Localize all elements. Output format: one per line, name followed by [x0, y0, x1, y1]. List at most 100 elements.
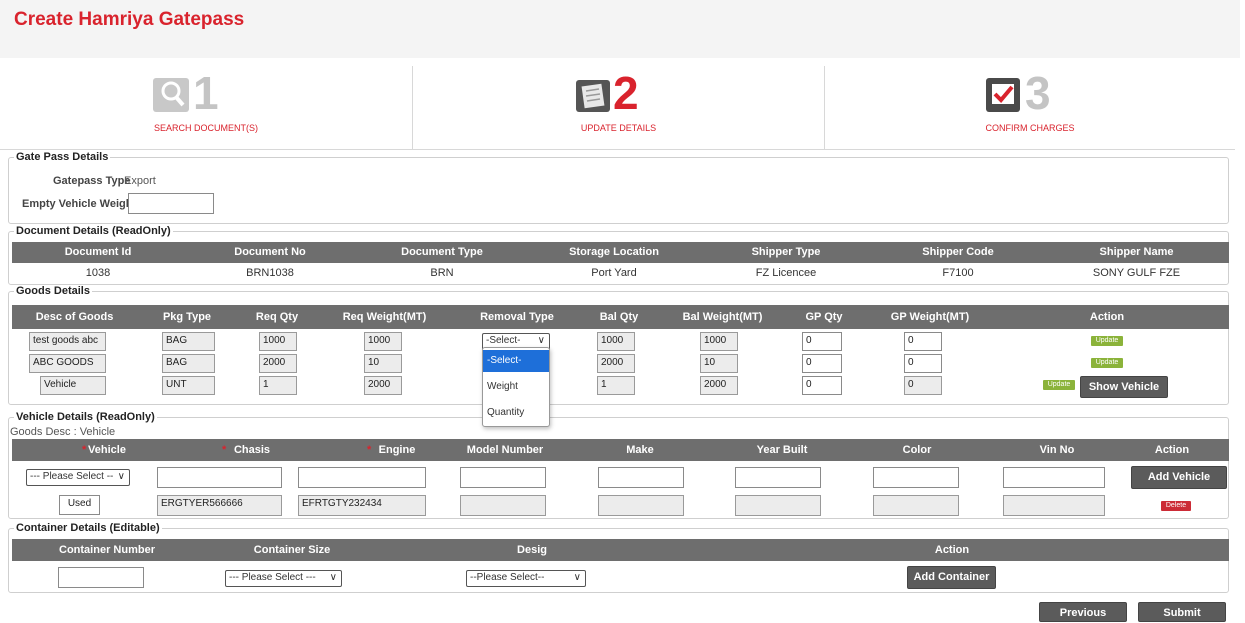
col-make: Make: [626, 444, 654, 456]
col-document-type: Document Type: [401, 246, 483, 258]
chasis-number-input[interactable]: [157, 467, 282, 488]
col-shipper-code: Shipper Code: [922, 246, 994, 258]
pkg-type-field: BAG: [162, 332, 215, 351]
removal-option-weight[interactable]: Weight: [483, 376, 549, 398]
goods-desc-caption: Goods Desc : Vehicle: [10, 426, 116, 438]
year-built-input[interactable]: [735, 467, 821, 488]
search-document-icon: [152, 76, 192, 114]
vehicle-type-value: Used: [59, 495, 100, 515]
step-label-search: Search Document(s): [153, 123, 258, 133]
update-button[interactable]: Update: [1043, 380, 1075, 390]
document-table-header: Document Id Document No Document Type St…: [12, 242, 1229, 263]
document-legend: Document Details (ReadOnly): [14, 225, 173, 237]
gp-weight-input[interactable]: 0: [904, 354, 942, 373]
add-vehicle-button[interactable]: Add Vehicle: [1131, 466, 1227, 489]
chevron-down-icon: ∨: [117, 471, 125, 482]
show-vehicle-button[interactable]: Show Vehicle: [1080, 376, 1168, 398]
vin-no-input[interactable]: [1003, 467, 1105, 488]
removal-option-select[interactable]: -Select-: [483, 350, 549, 372]
col-pkg-type: Pkg Type: [162, 311, 212, 323]
col-shipper-type: Shipper Type: [751, 246, 821, 258]
step-label-update: Update Details: [580, 123, 657, 133]
desig-select-value: --Please Select--: [470, 572, 545, 583]
shipper-type-value: FZ Licencee: [755, 267, 817, 279]
container-legend: Container Details (Editable): [14, 522, 162, 534]
gate-pass-legend: Gate Pass Details: [14, 151, 111, 163]
col-shipper-name: Shipper Name: [1099, 246, 1174, 258]
goods-legend: Goods Details: [14, 285, 92, 297]
removal-type-value: -Select-: [486, 335, 521, 346]
gp-weight-field: 0: [904, 376, 942, 395]
step-confirm[interactable]: 3 Confirm Charges: [825, 66, 1235, 150]
vehicle-table-header: Vehicle Type* Chasis Number* Engine Numb…: [12, 439, 1229, 478]
container-number-input[interactable]: [58, 567, 144, 588]
vehicle-type-select-value: --- Please Select --: [30, 471, 114, 482]
vehicle-legend: Vehicle Details (ReadOnly): [14, 411, 157, 423]
col-req-weight: Req Weight(MT): [342, 311, 427, 323]
document-type-value: BRN: [430, 267, 454, 279]
year-built-value: [735, 495, 821, 516]
submit-button[interactable]: Submit: [1138, 602, 1226, 622]
wizard-steps: 1 Search Document(s) 2 Update Details 3 …: [0, 66, 1235, 150]
update-button[interactable]: Update: [1091, 336, 1123, 346]
update-button[interactable]: Update: [1091, 358, 1123, 368]
step-number-1: 1: [193, 67, 219, 119]
bal-weight-field: 1000: [700, 332, 738, 351]
col-action: Action: [1089, 311, 1125, 323]
vin-no-value: [1003, 495, 1105, 516]
bal-qty-field: 1: [597, 376, 635, 395]
add-container-button[interactable]: Add Container: [907, 566, 996, 589]
storage-location-value: Port Yard: [591, 267, 637, 279]
req-qty-field: 1: [259, 376, 297, 395]
container-size-select[interactable]: --- Please Select --- ∨: [225, 570, 342, 587]
gatepass-type-value: Export: [124, 175, 156, 187]
step-search[interactable]: 1 Search Document(s): [0, 66, 412, 150]
col-model-number: Model Number: [466, 444, 544, 456]
gp-qty-input[interactable]: 0: [802, 332, 842, 351]
delete-button[interactable]: Delete: [1161, 501, 1191, 511]
col-desig: Desig: [517, 544, 547, 556]
previous-button[interactable]: Previous: [1039, 602, 1127, 622]
container-size-select-value: --- Please Select ---: [229, 572, 316, 583]
engine-number-input[interactable]: [298, 467, 426, 488]
step-update[interactable]: 2 Update Details: [413, 66, 824, 150]
make-input[interactable]: [598, 467, 684, 488]
step-label-confirm: Confirm Charges: [985, 123, 1075, 133]
desc-of-goods-field: Vehicle: [40, 376, 106, 395]
col-action: Action: [934, 544, 970, 556]
col-storage-location: Storage Location: [569, 246, 659, 258]
chevron-down-icon: ∨: [329, 572, 337, 583]
document-id-value: 1038: [85, 267, 111, 279]
bal-qty-field: 1000: [597, 332, 635, 351]
col-bal-weight: Bal Weight(MT): [682, 311, 763, 323]
make-value: [598, 495, 684, 516]
chevron-down-icon: ∨: [573, 572, 581, 583]
confirm-check-icon: [985, 76, 1025, 114]
gp-qty-input[interactable]: 0: [802, 354, 842, 373]
col-gp-weight: GP Weight(MT): [890, 311, 970, 323]
goods-table-header: Desc of Goods Pkg Type Req Qty Req Weigh…: [12, 305, 1229, 329]
step-number-3: 3: [1025, 67, 1051, 119]
color-input[interactable]: [873, 467, 959, 488]
chasis-number-value: ERGTYER566666: [157, 495, 282, 516]
desig-select[interactable]: --Please Select-- ∨: [466, 570, 586, 587]
col-document-no: Document No: [234, 246, 306, 258]
empty-vehicle-weight-label: Empty Vehicle Weight: [22, 198, 137, 210]
chevron-down-icon: ∨: [537, 335, 545, 346]
removal-type-dropdown: -Select- Weight Quantity: [482, 347, 550, 427]
req-qty-field: 2000: [259, 354, 297, 373]
removal-option-quantity[interactable]: Quantity: [483, 402, 549, 424]
req-qty-field: 1000: [259, 332, 297, 351]
gp-weight-input[interactable]: 0: [904, 332, 942, 351]
bal-weight-field: 10: [700, 354, 738, 373]
color-value: [873, 495, 959, 516]
req-weight-field: 1000: [364, 332, 402, 351]
model-number-input[interactable]: [460, 467, 546, 488]
vehicle-type-select[interactable]: --- Please Select -- ∨: [26, 469, 130, 486]
col-req-qty: Req Qty: [255, 311, 299, 323]
empty-vehicle-weight-input[interactable]: [128, 193, 214, 214]
container-table-header: Container Number Container Size Desig Ac…: [12, 539, 1229, 561]
gp-qty-input[interactable]: 0: [802, 376, 842, 395]
col-year-built: Year Built: [756, 444, 808, 456]
gatepass-type-label: Gatepass Type: [53, 175, 131, 187]
